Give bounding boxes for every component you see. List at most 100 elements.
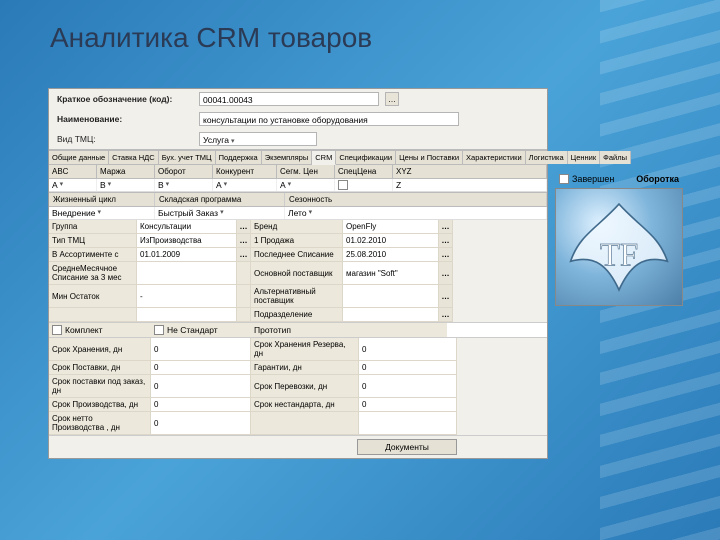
brow0-value1[interactable]: 0 xyxy=(151,338,251,361)
abc-grid-row: A B B A A Z xyxy=(49,179,547,192)
row4-value1[interactable]: - xyxy=(137,285,237,308)
row2-value2[interactable]: 25.08.2010 xyxy=(343,248,439,262)
documents-button[interactable]: Документы xyxy=(357,439,457,455)
nestd-label: Не Стандарт xyxy=(167,325,218,335)
row0-btn1[interactable]: … xyxy=(237,220,251,234)
row4-value2[interactable] xyxy=(343,285,439,308)
row0-value2[interactable]: OpenFly xyxy=(343,220,439,234)
brow2-label2: Срок Перевозки, дн xyxy=(251,375,359,398)
lifecycle-label: Жизненный цикл xyxy=(49,193,155,206)
row3-value1[interactable] xyxy=(137,262,237,285)
komplekt-check[interactable]: Комплект xyxy=(49,323,151,337)
brow1-label1: Срок Поставки, дн xyxy=(49,361,151,375)
spec-check[interactable] xyxy=(335,179,393,191)
lifecycle-select[interactable]: Внедрение xyxy=(49,207,155,219)
margin-select[interactable]: B xyxy=(97,179,155,191)
col-segment: Сегм. Цен xyxy=(277,165,335,178)
tab-pricetag[interactable]: Ценник xyxy=(568,151,600,164)
row1-value2[interactable]: 01.02.2010 xyxy=(343,234,439,248)
row5-value1[interactable] xyxy=(137,308,237,322)
competitor-select[interactable]: A xyxy=(213,179,277,191)
brow3-label2: Срок нестандарта, дн xyxy=(251,398,359,412)
tab-chars[interactable]: Характеристики xyxy=(463,151,526,164)
brow2-label1: Срок поставки под заказ, дн xyxy=(49,375,151,398)
row2-btn2[interactable]: … xyxy=(439,248,453,262)
row4-label1: Мин Остаток xyxy=(49,285,137,308)
code-field[interactable]: 00041.00043 xyxy=(199,92,379,106)
row5-btn2[interactable]: … xyxy=(439,308,453,322)
code-lookup-button[interactable]: … xyxy=(385,92,399,106)
turnover-select[interactable]: B xyxy=(155,179,213,191)
season-label: Сезонность xyxy=(285,193,547,206)
oborotka-label[interactable]: Оборотка xyxy=(636,174,679,184)
xyz-value[interactable]: Z xyxy=(393,179,547,191)
segment-select[interactable]: A xyxy=(277,179,335,191)
brow4-label2 xyxy=(251,412,359,435)
lifecycle-header: Жизненный цикл Складская программа Сезон… xyxy=(49,192,547,207)
zavershen-label: Завершен xyxy=(572,174,614,184)
stockprog-select[interactable]: Быстрый Заказ xyxy=(155,207,285,219)
brow2-value2[interactable]: 0 xyxy=(359,375,457,398)
tab-logistics[interactable]: Логистика xyxy=(526,151,568,164)
row1-btn1[interactable]: … xyxy=(237,234,251,248)
abc-select[interactable]: A xyxy=(49,179,97,191)
row0-label1: Группа xyxy=(49,220,137,234)
row5-btn1 xyxy=(237,308,251,322)
brow4-label1: Срок нетто Производства , дн xyxy=(49,412,151,435)
logo-text: TF xyxy=(600,238,639,274)
row5-label2: Подразделение xyxy=(251,308,343,322)
tab-accounting[interactable]: Бух. учет ТМЦ xyxy=(159,151,216,164)
tab-instances[interactable]: Экземпляры xyxy=(262,151,313,164)
abc-grid-header: ABC Маржа Оборот Конкурент Сегм. Цен Спе… xyxy=(49,165,547,179)
row0-btn2[interactable]: … xyxy=(439,220,453,234)
side-panel: Завершен Оборотка TF xyxy=(555,170,683,306)
slide-title: Аналитика CRM товаров xyxy=(50,22,372,54)
brow3-value2[interactable]: 0 xyxy=(359,398,457,412)
row0-value1[interactable]: Консультации xyxy=(137,220,237,234)
row4-label2: Альтернативный поставщик xyxy=(251,285,343,308)
tab-support[interactable]: Поддержка xyxy=(216,151,262,164)
row1-btn2[interactable]: … xyxy=(439,234,453,248)
season-select[interactable]: Лето xyxy=(285,207,547,219)
brow0-value2[interactable]: 0 xyxy=(359,338,457,361)
nestd-check[interactable]: Не Стандарт xyxy=(151,323,251,337)
tab-crm[interactable]: CRM xyxy=(312,151,336,165)
brow1-value2[interactable]: 0 xyxy=(359,361,457,375)
code-label: Краткое обозначение (код): xyxy=(53,92,193,106)
brow2-value1[interactable]: 0 xyxy=(151,375,251,398)
row4-btn2[interactable]: … xyxy=(439,285,453,308)
row3-label2: Основной поставщик xyxy=(251,262,343,285)
row2-label2: Последнее Списание xyxy=(251,248,343,262)
type-label: Вид ТМЦ: xyxy=(53,132,193,146)
tab-vat[interactable]: Ставка НДС xyxy=(109,151,159,164)
row1-label2: 1 Продажа xyxy=(251,234,343,248)
row3-label1: СреднеМесячное Списание за 3 мес xyxy=(49,262,137,285)
tab-files[interactable]: Файлы xyxy=(600,151,631,164)
row5-label1 xyxy=(49,308,137,322)
brow3-label1: Срок Производства, дн xyxy=(49,398,151,412)
details-grid: ГруппаКонсультации…БрендOpenFly…Тип ТМЦИ… xyxy=(49,220,547,322)
tab-general[interactable]: Общие данные xyxy=(49,151,109,164)
lifecycle-row: Внедрение Быстрый Заказ Лето xyxy=(49,207,547,220)
row5-value2[interactable] xyxy=(343,308,439,322)
name-label: Наименование: xyxy=(53,112,193,126)
tab-prices[interactable]: Цены и Поставки xyxy=(396,151,463,164)
stockprog-label: Складская программа xyxy=(155,193,285,206)
tab-spec[interactable]: Спецификации xyxy=(336,151,396,164)
brow1-value1[interactable]: 0 xyxy=(151,361,251,375)
brow3-value1[interactable]: 0 xyxy=(151,398,251,412)
row2-value1[interactable]: 01.01.2009 xyxy=(137,248,237,262)
zavershen-check[interactable]: Завершен xyxy=(559,174,614,184)
row1-label1: Тип ТМЦ xyxy=(49,234,137,248)
row1-value1[interactable]: ИзПроизводства xyxy=(137,234,237,248)
row3-btn1 xyxy=(237,262,251,285)
row2-btn1[interactable]: … xyxy=(237,248,251,262)
col-xyz: XYZ xyxy=(393,165,547,178)
name-field[interactable]: консультации по установке оборудования xyxy=(199,112,459,126)
brow4-value1[interactable]: 0 xyxy=(151,412,251,435)
row0-label2: Бренд xyxy=(251,220,343,234)
row3-value2[interactable]: магазин "Soft" xyxy=(343,262,439,285)
type-select[interactable]: Услуга xyxy=(199,132,317,146)
brow4-value2[interactable] xyxy=(359,412,457,435)
row3-btn2[interactable]: … xyxy=(439,262,453,285)
